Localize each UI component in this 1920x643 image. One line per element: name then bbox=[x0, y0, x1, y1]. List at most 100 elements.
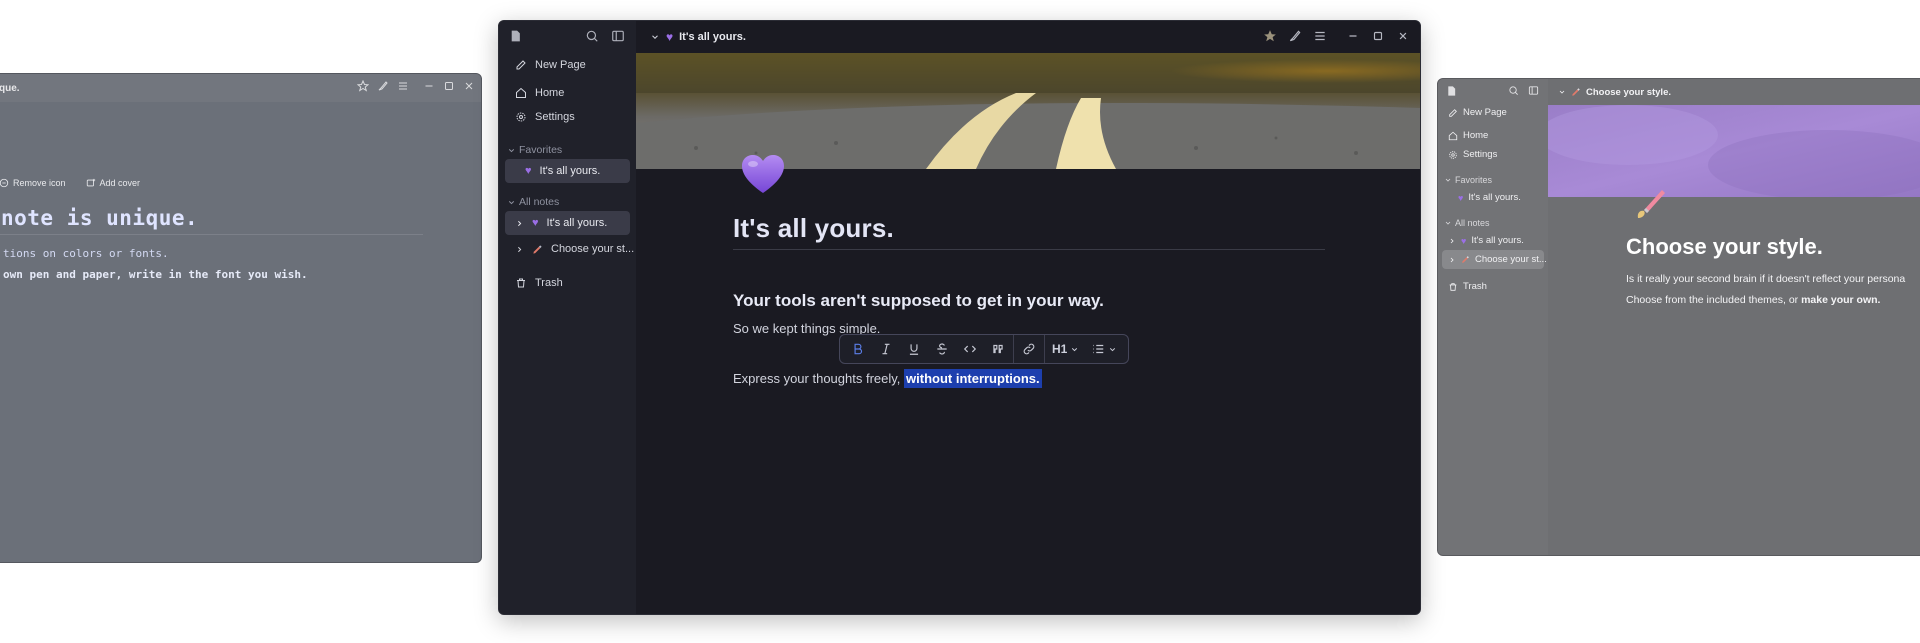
purple-heart-icon: ♥ bbox=[532, 217, 539, 229]
document-heading[interactable]: Your tools aren't supposed to get in you… bbox=[733, 291, 1104, 311]
cover-image[interactable] bbox=[1548, 105, 1920, 197]
heading-level-dropdown[interactable]: H1 bbox=[1046, 342, 1085, 356]
document-paragraph[interactable]: Is it really your second brain if it doe… bbox=[1626, 273, 1905, 285]
page-icon-purple-heart[interactable] bbox=[739, 151, 787, 199]
right-editor-topbar: Choose your style. bbox=[1548, 79, 1920, 105]
document-paragraph[interactable]: Express your thoughts freely, without in… bbox=[733, 369, 1042, 388]
heading-level-label: H1 bbox=[1052, 342, 1068, 356]
paragraph-text: Express your thoughts freely, bbox=[733, 371, 905, 386]
note-item-choose-your-style[interactable]: Choose your st... bbox=[1442, 250, 1547, 269]
circle-minus-icon bbox=[0, 178, 9, 188]
paintbrush-icon bbox=[1461, 255, 1470, 264]
sidebar-item-settings[interactable]: Settings bbox=[505, 105, 630, 129]
favorites-label: Favorites bbox=[519, 144, 563, 156]
edit-icon bbox=[515, 59, 527, 71]
sidebar-item-trash[interactable]: Trash bbox=[1442, 277, 1544, 296]
minimize-icon[interactable] bbox=[423, 80, 435, 92]
all-notes-section-toggle[interactable]: All notes bbox=[499, 193, 636, 211]
list-icon bbox=[1091, 342, 1105, 356]
left-window: que. Remove icon Add cover note is uniqu… bbox=[0, 73, 482, 563]
bold-text: make your own. bbox=[1801, 294, 1881, 306]
underline-button[interactable] bbox=[900, 335, 928, 363]
left-page-title[interactable]: note is unique. bbox=[1, 206, 198, 230]
sidebar-item-new-page[interactable]: New Page bbox=[1442, 103, 1544, 122]
brush-icon[interactable] bbox=[1288, 29, 1302, 43]
trash-icon bbox=[1448, 282, 1458, 292]
italic-button[interactable] bbox=[872, 335, 900, 363]
formatting-toolbar: H1 bbox=[839, 334, 1129, 364]
chevron-down-icon[interactable] bbox=[1558, 88, 1566, 96]
minimize-icon[interactable] bbox=[1346, 29, 1360, 43]
sidebar-toggle-icon[interactable] bbox=[1528, 85, 1539, 96]
app-logo-icon bbox=[509, 29, 522, 43]
sidebar-item-label: New Page bbox=[535, 59, 586, 71]
sidebar-header bbox=[499, 21, 636, 53]
sidebar-item-label: Trash bbox=[1463, 281, 1487, 292]
menu-icon[interactable] bbox=[1313, 29, 1327, 43]
right-sidebar-header bbox=[1438, 79, 1548, 103]
favorite-item-its-all-yours[interactable]: ♥ It's all yours. bbox=[1442, 188, 1544, 207]
page-title[interactable]: Choose your style. bbox=[1626, 234, 1823, 260]
gear-icon bbox=[1448, 150, 1458, 160]
selected-text[interactable]: without interruptions. bbox=[904, 369, 1042, 388]
chevron-down-icon bbox=[507, 198, 516, 207]
note-item-choose-your-style[interactable]: Choose your st... bbox=[505, 237, 634, 261]
favorites-section-toggle[interactable]: Favorites bbox=[1438, 172, 1548, 188]
search-icon[interactable] bbox=[1508, 85, 1519, 96]
chevron-right-icon[interactable] bbox=[1448, 256, 1456, 264]
window-controls bbox=[1263, 29, 1410, 43]
sidebar-item-trash[interactable]: Trash bbox=[505, 271, 630, 295]
sidebar-item-new-page[interactable]: New Page bbox=[505, 53, 630, 77]
sidebar-item-label: New Page bbox=[1463, 107, 1507, 118]
search-icon[interactable] bbox=[585, 29, 599, 43]
left-paragraph-2[interactable]: own pen and paper, write in the font you… bbox=[3, 268, 308, 281]
maximize-icon[interactable] bbox=[443, 80, 455, 92]
note-item-its-all-yours[interactable]: ♥ It's all yours. bbox=[505, 211, 630, 235]
editor-topbar: ♥ It's all yours. bbox=[636, 21, 1420, 53]
bold-button[interactable] bbox=[844, 335, 872, 363]
sidebar-toggle-icon[interactable] bbox=[611, 29, 625, 43]
add-cover-button[interactable]: Add cover bbox=[86, 178, 140, 188]
sidebar-item-home[interactable]: Home bbox=[505, 81, 630, 105]
title-divider bbox=[733, 249, 1325, 250]
left-titlebar-controls bbox=[357, 80, 475, 92]
all-notes-label: All notes bbox=[519, 196, 560, 208]
strikethrough-button[interactable] bbox=[928, 335, 956, 363]
link-button[interactable] bbox=[1015, 335, 1043, 363]
sidebar-item-home[interactable]: Home bbox=[1442, 126, 1544, 145]
right-window-title: Choose your style. bbox=[1586, 86, 1671, 98]
chevron-down-icon[interactable] bbox=[650, 32, 660, 42]
chevron-right-icon[interactable] bbox=[515, 245, 524, 254]
maximize-icon[interactable] bbox=[1371, 29, 1385, 43]
remove-icon-label: Remove icon bbox=[13, 178, 66, 188]
image-plus-icon bbox=[86, 178, 96, 188]
purple-heart-icon: ♥ bbox=[666, 30, 674, 44]
favorite-item-its-all-yours[interactable]: ♥ It's all yours. bbox=[505, 159, 630, 183]
code-button[interactable] bbox=[956, 335, 984, 363]
chevron-down-icon bbox=[1108, 345, 1117, 354]
sidebar-item-label: Choose your st... bbox=[1475, 254, 1547, 265]
star-icon[interactable] bbox=[357, 80, 369, 92]
list-style-dropdown[interactable] bbox=[1085, 342, 1123, 356]
sidebar-item-label: It's all yours. bbox=[1468, 192, 1521, 203]
chevron-right-icon[interactable] bbox=[1448, 237, 1456, 245]
close-icon[interactable] bbox=[463, 80, 475, 92]
document-paragraph[interactable]: Choose from the included themes, or make… bbox=[1626, 294, 1880, 306]
favorites-section-toggle[interactable]: Favorites bbox=[499, 141, 636, 159]
brush-icon[interactable] bbox=[377, 80, 389, 92]
close-icon[interactable] bbox=[1396, 29, 1410, 43]
sidebar-item-label: Home bbox=[535, 87, 565, 99]
menu-icon[interactable] bbox=[397, 80, 409, 92]
paintbrush-icon bbox=[532, 244, 543, 255]
paragraph-text: Choose from the included themes, or bbox=[1626, 294, 1802, 306]
remove-icon-button[interactable]: Remove icon bbox=[0, 178, 66, 188]
page-icon-paintbrush[interactable] bbox=[1634, 187, 1668, 226]
sidebar-item-settings[interactable]: Settings bbox=[1442, 145, 1544, 164]
all-notes-section-toggle[interactable]: All notes bbox=[1438, 215, 1548, 231]
quote-button[interactable] bbox=[984, 335, 1012, 363]
star-filled-icon[interactable] bbox=[1263, 29, 1277, 43]
left-paragraph-1[interactable]: tions on colors or fonts. bbox=[3, 247, 169, 260]
page-title[interactable]: It's all yours. bbox=[733, 213, 894, 244]
chevron-right-icon[interactable] bbox=[515, 219, 524, 228]
note-item-its-all-yours[interactable]: ♥ It's all yours. bbox=[1442, 231, 1544, 250]
